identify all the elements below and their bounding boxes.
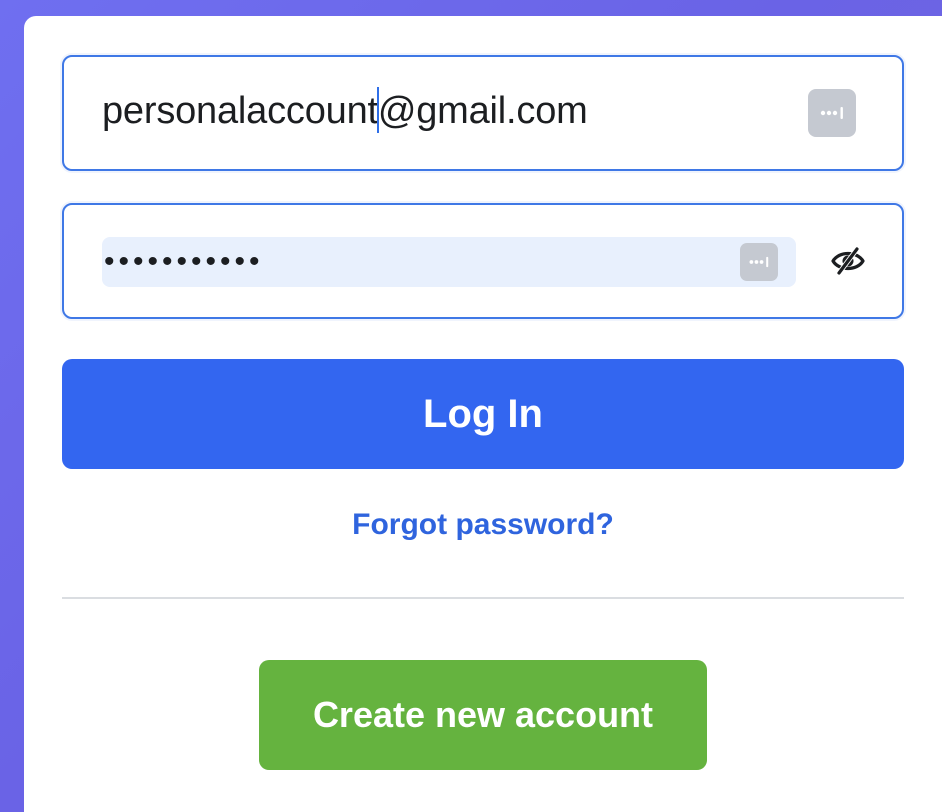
password-input-autofilled[interactable]: ••••••••••• — [102, 237, 796, 287]
divider — [62, 597, 904, 599]
email-value-after-caret: @gmail.com — [377, 90, 588, 133]
password-field[interactable]: ••••••••••• — [62, 203, 904, 319]
email-value-before-caret: personalaccount — [102, 90, 378, 133]
login-button[interactable]: Log In — [62, 359, 904, 469]
create-account-button[interactable]: Create new account — [259, 660, 707, 770]
eye-slash-icon[interactable] — [828, 241, 868, 281]
email-input-value[interactable]: personalaccount@gmail.com — [102, 87, 588, 136]
password-masked-value: ••••••••••• — [104, 245, 264, 278]
text-caret — [376, 87, 379, 133]
login-card: personalaccount@gmail.com ••••••••••• Lo… — [24, 16, 942, 812]
forgot-password-link[interactable]: Forgot password? — [24, 508, 942, 542]
password-manager-key-icon[interactable] — [808, 89, 856, 137]
email-field[interactable]: personalaccount@gmail.com — [62, 55, 904, 171]
password-manager-key-icon[interactable] — [740, 243, 778, 281]
